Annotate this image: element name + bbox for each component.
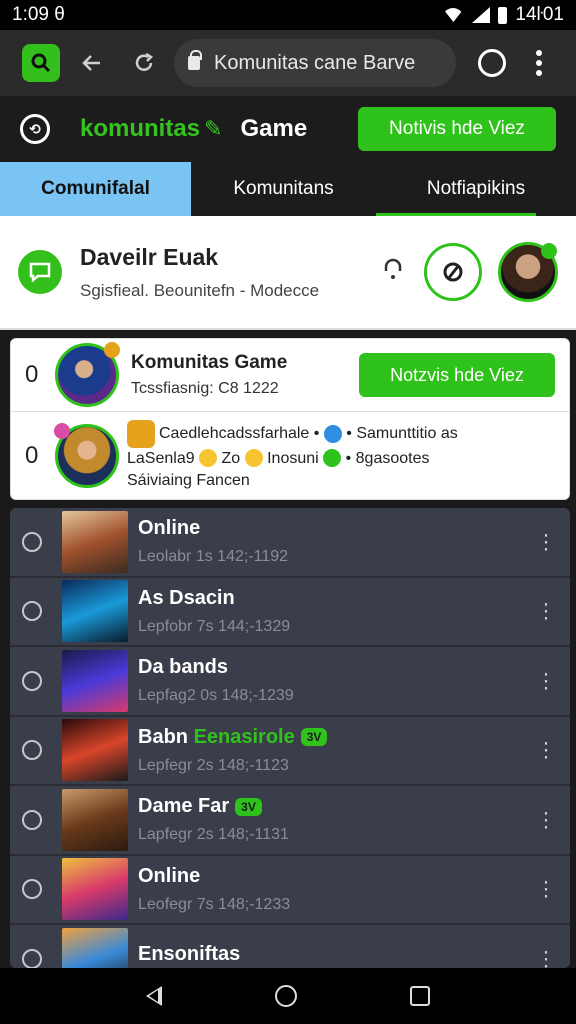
badge-icon: [127, 419, 155, 448]
select-radio[interactable]: [22, 740, 42, 761]
header-cta-button[interactable]: Notivis hde Viez: [358, 107, 556, 151]
tag-chip: 3V: [235, 797, 262, 816]
more-menu-icon[interactable]: [536, 50, 542, 76]
select-radio[interactable]: [22, 879, 42, 900]
back-arrow-icon[interactable]: [72, 43, 112, 83]
battery-icon: [498, 6, 508, 24]
item-options-icon[interactable]: ⋮: [536, 946, 556, 968]
item-options-icon[interactable]: ⋮: [536, 599, 556, 624]
signal-icon: [472, 7, 491, 23]
share-icon: [323, 424, 342, 443]
status-bar: 1:09 θ 14ŀ01: [0, 0, 576, 30]
system-nav-bar: [0, 968, 576, 1024]
browser-toolbar: Komunitas cane Barve: [0, 30, 576, 96]
game-thumbnail: [62, 788, 128, 851]
item-options-icon[interactable]: ⋮: [536, 738, 556, 763]
award-icon: [104, 342, 120, 358]
lock-icon: [188, 50, 202, 70]
reload-icon[interactable]: [124, 43, 164, 83]
heart-icon: [54, 422, 70, 439]
item-options-icon[interactable]: ⋮: [536, 668, 556, 693]
community-subtitle: Tcssfiasnig: C8 1222: [131, 380, 279, 397]
profile-subtitle: Sgisfieal. Beounitefn - Modecce: [80, 280, 320, 300]
activity-feed-text: Caedlehcadssfarhale • • Samunttitio as L…: [127, 419, 458, 492]
list-item[interactable]: Online Leolabr 1s 142;-1192 ⋮: [10, 508, 570, 578]
app-header: ⟲ komunitas ✎ Game Notivis hde Viez: [0, 96, 576, 162]
game-thumbnail: [62, 858, 128, 921]
list-item[interactable]: Dame Far 3V Lapfegr 2s 148;-1131 ⋮: [10, 786, 570, 856]
game-thumbnail: [62, 580, 128, 643]
chat-icon[interactable]: [18, 250, 62, 294]
tab-bar: Comunifalal Komunitans Notfiapikins: [0, 162, 576, 216]
list-item[interactable]: Online Leofegr 7s 148;-1233 ⋮: [10, 856, 570, 925]
nav-home-icon[interactable]: [274, 985, 297, 1007]
select-radio[interactable]: [22, 670, 42, 691]
tab-comunifalal[interactable]: Comunifalal: [0, 162, 191, 216]
creeper-icon: [323, 449, 342, 468]
nav-back-icon[interactable]: [146, 986, 163, 1006]
game-thumbnail: [62, 649, 128, 712]
notifications-icon[interactable]: [478, 49, 506, 77]
nav-recents-icon[interactable]: [409, 986, 430, 1006]
profile-header: Daveilr Euak Sgisfieal. Beounitefn - Mod…: [0, 216, 576, 330]
link-icon[interactable]: [424, 243, 482, 301]
select-radio[interactable]: [22, 531, 42, 552]
select-radio[interactable]: [22, 948, 42, 968]
game-thumbnail: [62, 719, 128, 782]
pencil-icon: ✎: [204, 116, 223, 141]
profile-name: Daveilr Euak: [80, 243, 219, 270]
smile-icon: [199, 449, 218, 468]
list-item[interactable]: As Dsacin Lepfobr 7s 144;-1329 ⋮: [10, 578, 570, 647]
list-item[interactable]: Da bands Lepfag2 0s 148;-1239 ⋮: [10, 647, 570, 717]
row-count: 0: [25, 361, 39, 388]
game-thumbnail: [62, 927, 128, 968]
community-avatar: [55, 342, 120, 407]
brand-logo[interactable]: komunitas ✎: [80, 115, 222, 143]
list-item[interactable]: Ensoniftas ⋮: [10, 925, 570, 968]
header-title: Game: [240, 115, 308, 142]
tab-notifications[interactable]: Notfiapikins: [376, 162, 576, 216]
item-options-icon[interactable]: ⋮: [536, 877, 556, 902]
activity-row[interactable]: 0 Caedlehcadssfarhale • • Samunttitio as…: [11, 411, 569, 499]
item-options-icon[interactable]: ⋮: [536, 807, 556, 832]
online-badge: [541, 243, 557, 259]
game-list: Online Leolabr 1s 142;-1192 ⋮ As Dsacin Le…: [10, 508, 570, 968]
smile-icon: [244, 449, 263, 468]
community-title: Komunitas Game: [131, 352, 288, 373]
game-thumbnail: [62, 510, 128, 573]
url-text: Komunitas cane Barve: [214, 51, 416, 74]
wifi-icon: [442, 8, 465, 22]
tag-chip: 3V: [300, 728, 328, 747]
search-app-icon[interactable]: [22, 44, 60, 82]
community-row[interactable]: 0 Komunitas Game Tcssfiasnig: C8 1222 No…: [11, 339, 569, 411]
item-options-icon[interactable]: ⋮: [536, 529, 556, 554]
list-item[interactable]: Babn Eenasirole 3V Lepfegr 2s 148;-1123 ⋮: [10, 717, 570, 786]
battery-text: 14ŀ01: [515, 4, 564, 25]
headset-icon[interactable]: [378, 257, 408, 288]
row-count: 0: [25, 441, 39, 469]
user-avatar[interactable]: [498, 242, 558, 302]
select-radio[interactable]: [22, 601, 42, 622]
select-radio[interactable]: [22, 809, 42, 830]
history-icon[interactable]: ⟲: [20, 114, 50, 144]
address-bar[interactable]: Komunitas cane Barve: [174, 39, 456, 87]
status-time: 1:09 θ: [12, 4, 65, 25]
featured-card: 0 Komunitas Game Tcssfiasnig: C8 1222 No…: [10, 338, 570, 500]
status-icons: 14ŀ01: [442, 4, 564, 26]
activity-avatar: [54, 422, 119, 488]
card-cta-button[interactable]: Notzvis hde Viez: [359, 353, 555, 397]
tab-komunitans[interactable]: Komunitans: [191, 162, 376, 216]
